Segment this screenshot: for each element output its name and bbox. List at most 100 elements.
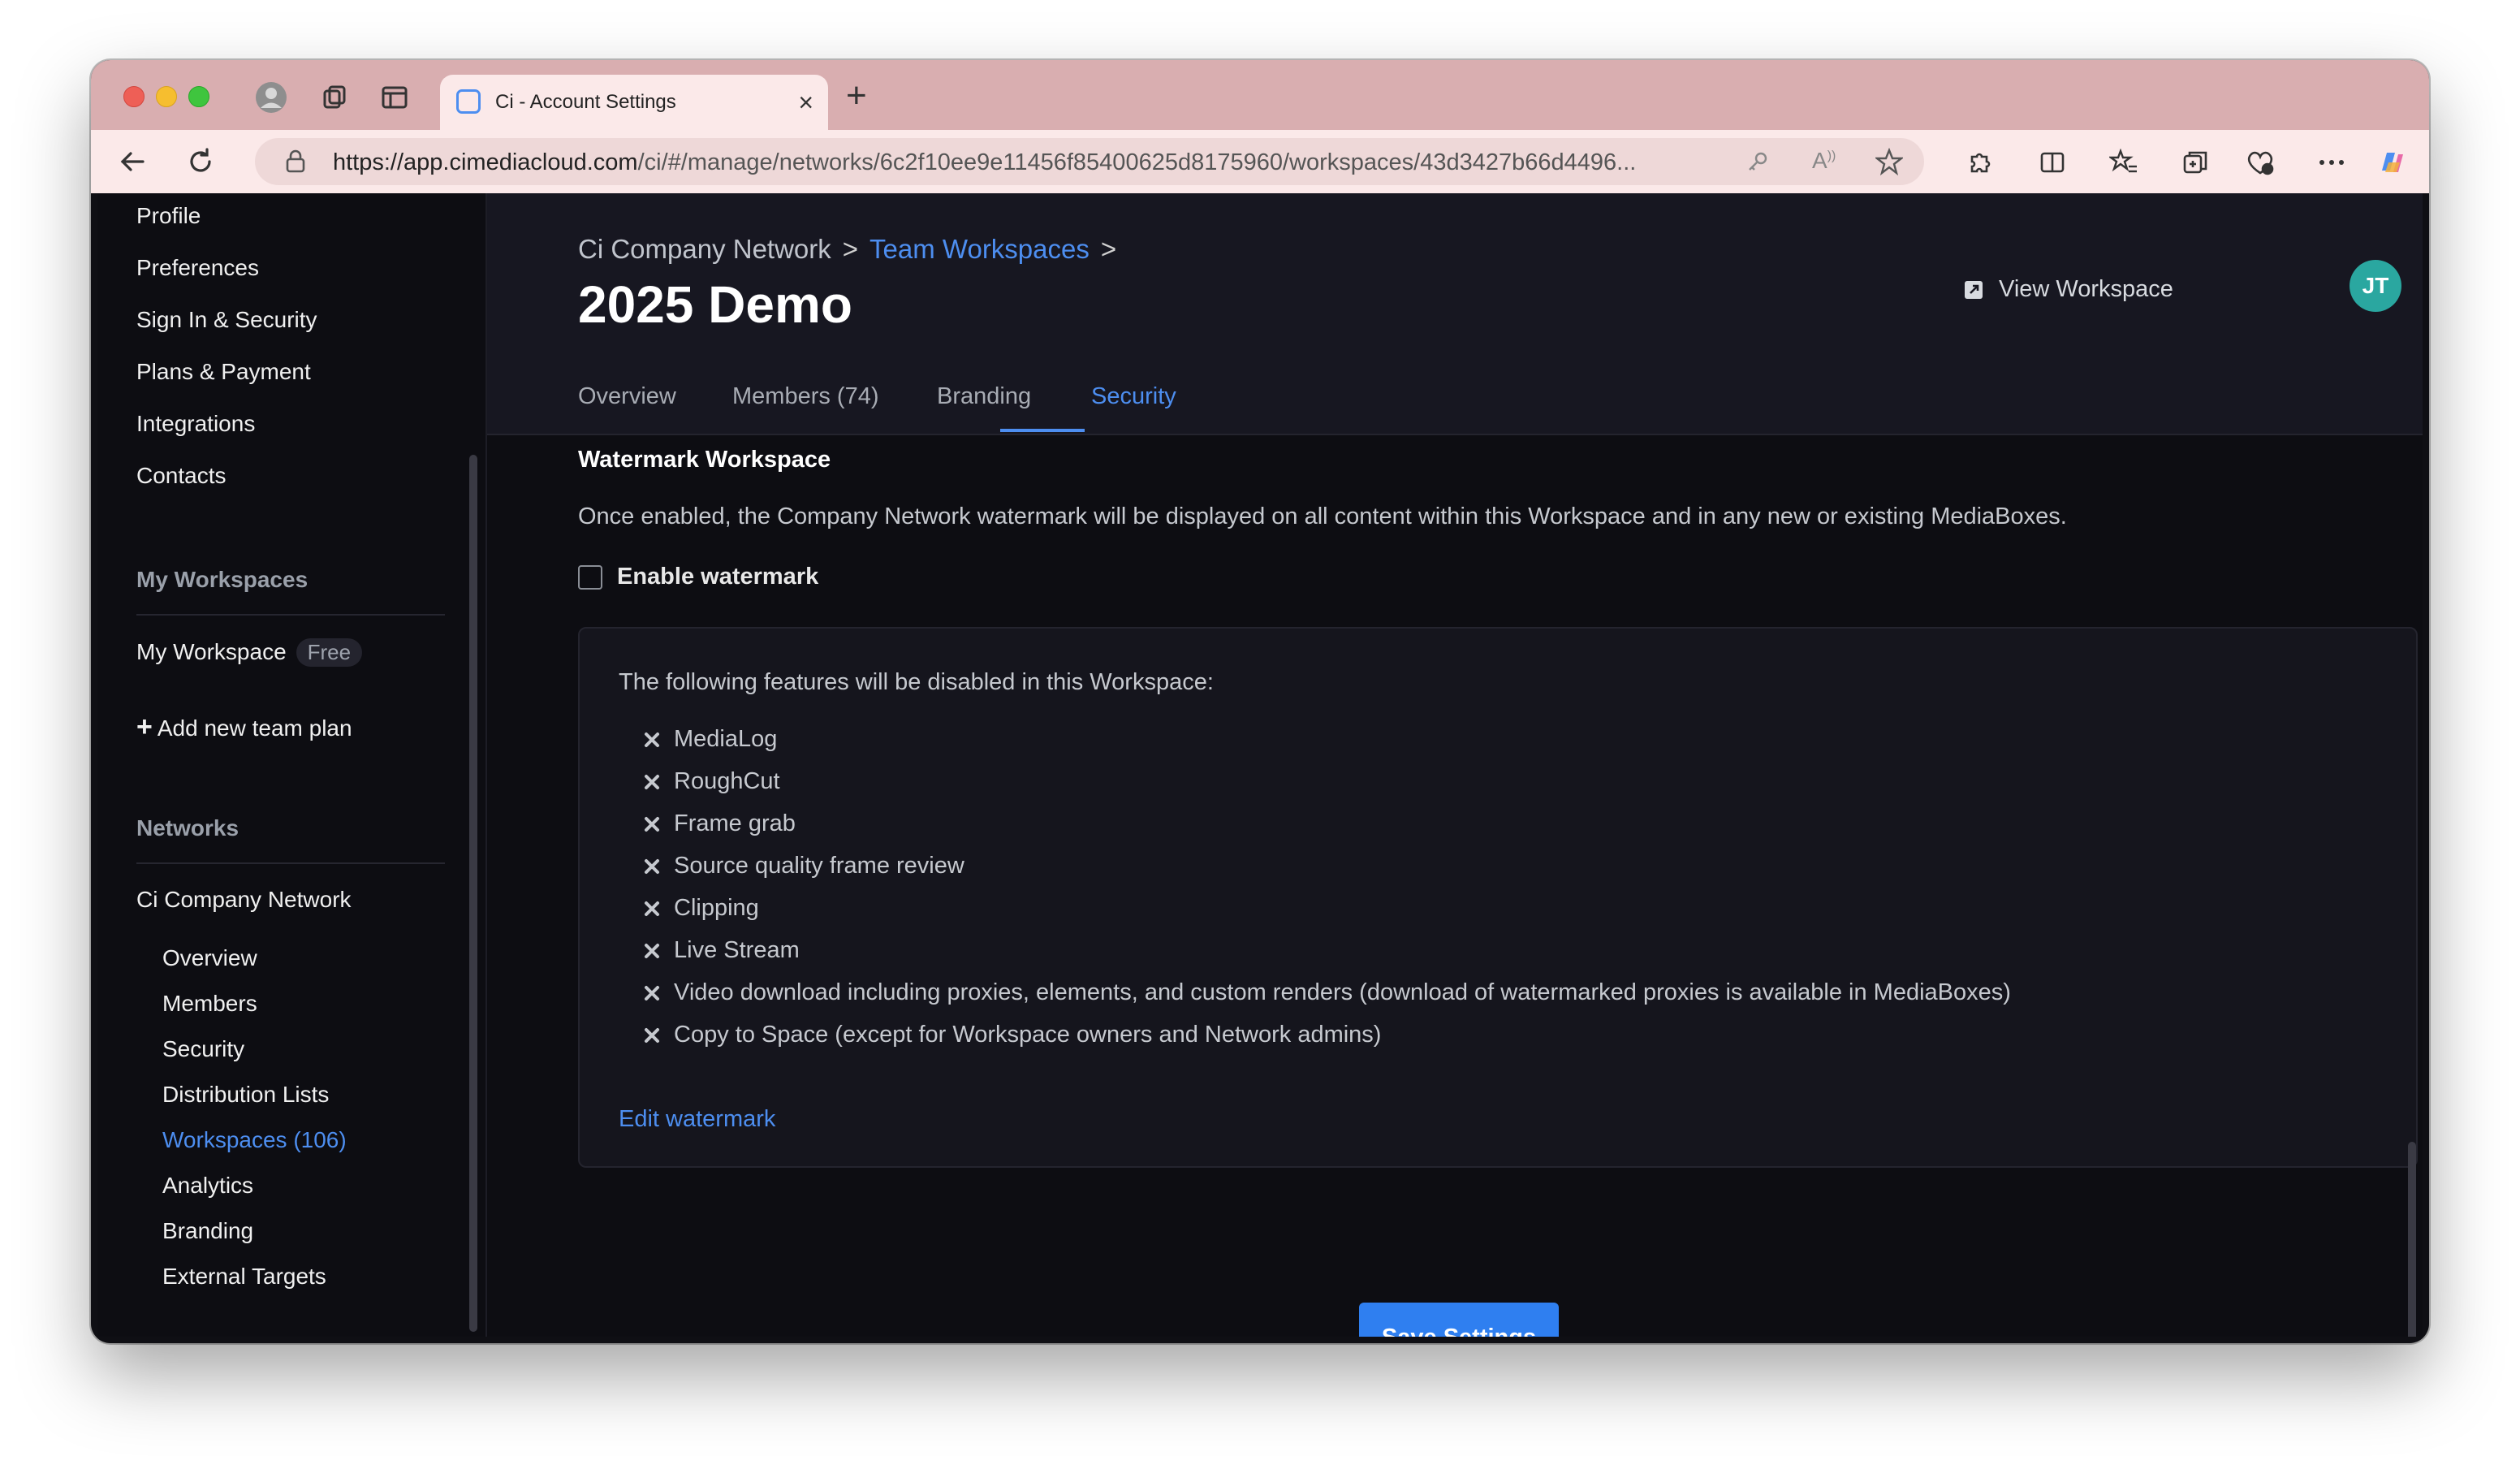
main-area: Ci Company Network > Team Workspaces > 2025… xyxy=(487,193,2423,1337)
plan-badge: Free xyxy=(296,638,363,667)
sidebar-item-sign-in-security[interactable]: Sign In & Security xyxy=(136,307,317,333)
split-screen-icon[interactable] xyxy=(2035,145,2070,180)
breadcrumb: Ci Company Network > Team Workspaces > xyxy=(578,234,1128,265)
list-item: Copy to Space (except for Workspace owne… xyxy=(643,1022,1381,1048)
list-item: Frame grab xyxy=(643,810,796,837)
sidebar-subitem-branding[interactable]: Branding xyxy=(162,1218,253,1244)
x-icon xyxy=(645,816,659,832)
x-icon xyxy=(645,985,659,1000)
sidebar-subitem-members[interactable]: Members xyxy=(162,991,257,1017)
tab-close-icon[interactable]: × xyxy=(798,86,813,119)
disabled-features-intro: The following features will be disabled … xyxy=(619,669,1214,695)
my-workspace-label: My Workspace xyxy=(136,639,287,664)
edit-watermark-link[interactable]: Edit watermark xyxy=(619,1106,775,1133)
reload-icon[interactable] xyxy=(182,143,219,180)
x-icon xyxy=(645,901,659,916)
watermark-description: Once enabled, the Company Network waterm… xyxy=(578,503,2067,529)
tab-members[interactable]: Members (74) xyxy=(732,383,879,410)
lock-icon xyxy=(284,149,307,178)
avatar[interactable]: JT xyxy=(2350,260,2401,312)
page-title: 2025 Demo xyxy=(578,275,852,334)
list-item: MediaLog xyxy=(643,726,777,753)
tab-overview[interactable]: Overview xyxy=(578,383,676,410)
x-icon xyxy=(645,1027,659,1043)
new-tab-icon[interactable]: + xyxy=(846,78,867,114)
sidebar-subitem-distribution-lists[interactable]: Distribution Lists xyxy=(162,1082,329,1108)
sidebar-subitem-analytics[interactable]: Analytics xyxy=(162,1173,253,1199)
sidebar-divider xyxy=(136,614,445,616)
breadcrumb-separator: > xyxy=(1100,234,1117,264)
more-menu-icon[interactable] xyxy=(2314,145,2350,180)
back-arrow-icon[interactable] xyxy=(114,143,151,180)
breadcrumb-team-workspaces[interactable]: Team Workspaces xyxy=(869,234,1090,264)
sidebar: Profile Preferences Sign In & Security P… xyxy=(97,193,487,1337)
workspace-header: Ci Company Network > Team Workspaces > 2025… xyxy=(487,193,2423,435)
minimize-window-button[interactable] xyxy=(156,86,177,107)
save-settings-button[interactable]: Save Settings xyxy=(1359,1303,1559,1337)
list-item: Live Stream xyxy=(643,937,800,964)
main-scrollbar[interactable] xyxy=(2408,1142,2416,1337)
maximize-window-button[interactable] xyxy=(188,86,209,107)
add-plan-label: Add new team plan xyxy=(157,715,352,741)
browser-tab-active[interactable]: Ci - Account Settings × xyxy=(440,75,828,130)
sidebar-item-network[interactable]: Ci Company Network xyxy=(136,887,352,913)
watermark-section-title: Watermark Workspace xyxy=(578,447,831,473)
sidebar-subitem-security[interactable]: Security xyxy=(162,1036,244,1062)
browser-toolbar: https://app.cimediacloud.com/ci/#/manage… xyxy=(91,130,2429,193)
list-item: Source quality frame review xyxy=(643,853,964,879)
collections-icon[interactable] xyxy=(2177,145,2213,180)
close-window-button[interactable] xyxy=(123,86,145,107)
read-aloud-icon[interactable]: A)) xyxy=(1812,148,1836,174)
add-team-plan-button[interactable]: + Add new team plan xyxy=(136,711,352,743)
my-workspaces-heading: My Workspaces xyxy=(136,567,309,592)
sidebar-scrollbar[interactable] xyxy=(469,455,477,1332)
sidebar-subitem-workspaces[interactable]: Workspaces (106) xyxy=(162,1127,347,1153)
x-icon xyxy=(645,858,659,874)
enable-watermark-toggle[interactable]: Enable watermark xyxy=(578,564,818,590)
disabled-features-panel: The following features will be disabled … xyxy=(578,627,2418,1168)
networks-heading: Networks xyxy=(136,815,239,841)
external-link-icon xyxy=(1965,280,1983,299)
sidebar-item-plans-payment[interactable]: Plans & Payment xyxy=(136,359,311,385)
view-workspace-label: View Workspace xyxy=(1999,276,2173,302)
favorites-icon[interactable] xyxy=(2106,145,2142,180)
browser-essentials-icon[interactable] xyxy=(2242,145,2278,180)
sidebar-subitem-overview[interactable]: Overview xyxy=(162,945,257,971)
site-favicon-icon xyxy=(456,89,481,114)
workspaces-icon[interactable] xyxy=(320,81,352,114)
breadcrumb-network[interactable]: Ci Company Network xyxy=(578,234,831,264)
tab-security[interactable]: Security xyxy=(1091,383,1176,410)
tab-strip: Ci - Account Settings × + xyxy=(91,60,2429,130)
enable-watermark-label: Enable watermark xyxy=(617,564,819,590)
extensions-icon[interactable] xyxy=(1961,145,1997,180)
copilot-icon[interactable] xyxy=(2374,145,2410,180)
x-icon xyxy=(645,943,659,958)
security-content: Watermark Workspace Once enabled, the Co… xyxy=(487,435,2423,1337)
tab-title: Ci - Account Settings xyxy=(495,91,676,113)
password-key-icon[interactable] xyxy=(1745,149,1770,178)
profile-icon[interactable] xyxy=(255,81,287,114)
tab-branding[interactable]: Branding xyxy=(937,383,1031,410)
sidebar-subitem-external-targets[interactable]: External Targets xyxy=(162,1264,326,1290)
sidebar-item-contacts[interactable]: Contacts xyxy=(136,463,227,489)
active-tab-indicator xyxy=(1000,429,1085,432)
list-item: RoughCut xyxy=(643,768,780,795)
x-icon xyxy=(645,732,659,747)
view-workspace-button[interactable]: View Workspace xyxy=(1963,276,2173,303)
sidebar-item-integrations[interactable]: Integrations xyxy=(136,411,255,437)
vertical-tabs-icon[interactable] xyxy=(378,81,411,114)
sidebar-item-profile[interactable]: Profile xyxy=(136,203,201,229)
list-item: Video download including proxies, elemen… xyxy=(643,979,2011,1006)
enable-watermark-checkbox[interactable] xyxy=(578,564,602,590)
browser-window: Ci - Account Settings × + https://app.ci… xyxy=(91,60,2429,1343)
sidebar-item-my-workspace[interactable]: My Workspace Free xyxy=(136,638,363,667)
x-icon xyxy=(645,774,659,789)
breadcrumb-separator: > xyxy=(842,234,859,264)
address-bar[interactable]: https://app.cimediacloud.com/ci/#/manage… xyxy=(255,138,1924,185)
sidebar-item-preferences[interactable]: Preferences xyxy=(136,255,259,281)
sidebar-divider xyxy=(136,862,445,864)
plus-icon: + xyxy=(136,711,153,742)
web-page: Profile Preferences Sign In & Security P… xyxy=(97,193,2423,1337)
favorite-star-icon[interactable] xyxy=(1874,147,1905,179)
url-text: https://app.cimediacloud.com/ci/#/manage… xyxy=(333,149,1637,175)
